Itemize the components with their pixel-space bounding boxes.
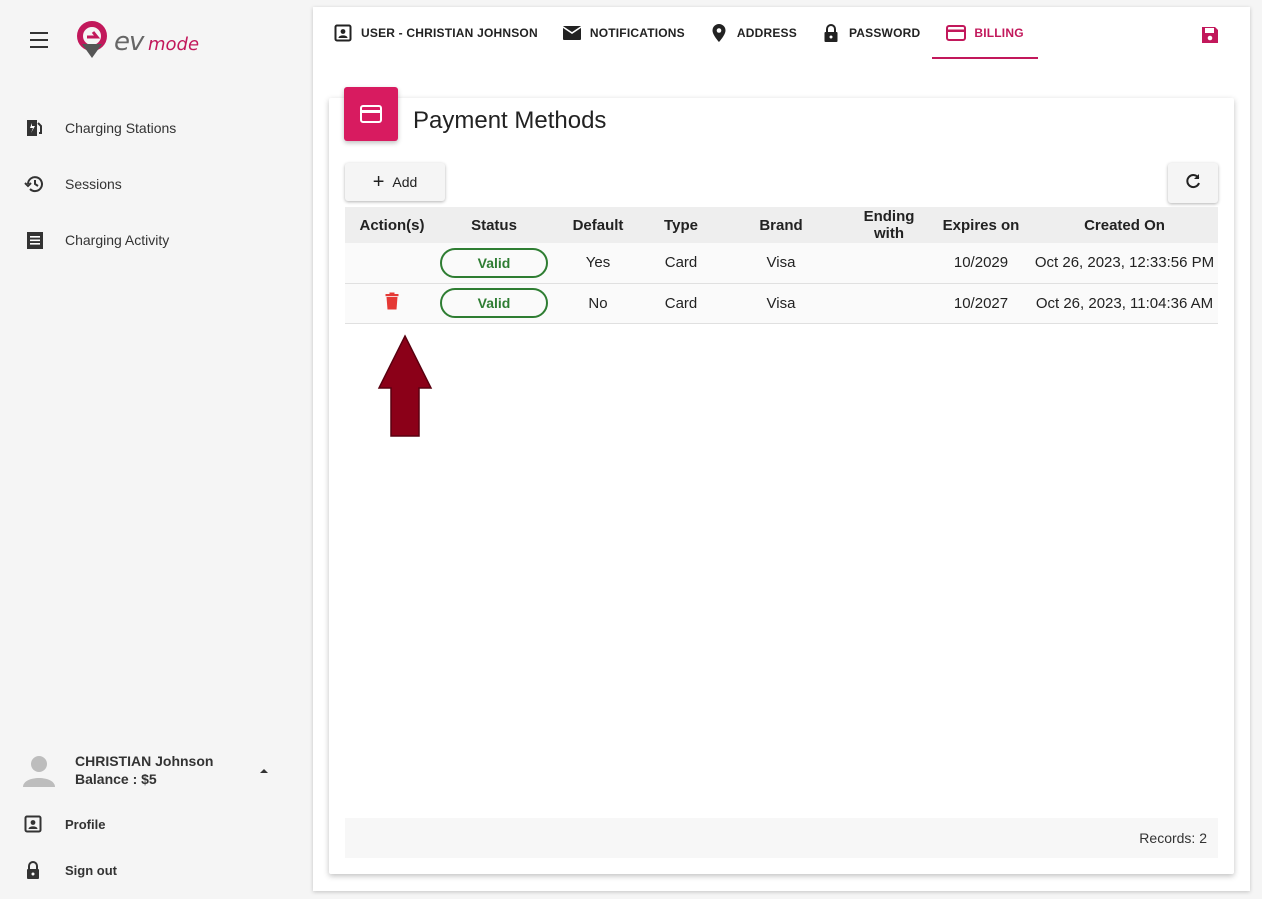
lock-icon	[821, 23, 841, 43]
delete-icon[interactable]	[385, 292, 399, 314]
plus-icon: +	[372, 171, 385, 193]
status-badge: Valid	[440, 288, 548, 318]
table-row[interactable]: Valid No Card Visa 10/2027 Oct 26, 2023,…	[345, 283, 1218, 323]
tab-label: ADDRESS	[736, 26, 797, 40]
table-row[interactable]: Valid Yes Card Visa 10/2029 Oct 26, 2023…	[345, 243, 1218, 283]
receipt-icon	[24, 229, 46, 251]
column-header[interactable]: Action(s)	[345, 207, 439, 243]
profile-label: Profile	[65, 816, 106, 832]
account-box-icon	[24, 815, 42, 833]
tab-bar: USER - CHRISTIAN JOHNSON NOTIFICATIONS A…	[321, 7, 1039, 59]
account-box-icon	[333, 23, 353, 43]
sidebar: ev mode Charging Stations Sessions Charg…	[0, 0, 300, 899]
tab-address[interactable]: ADDRESS	[697, 7, 809, 59]
column-header[interactable]: Expires on	[931, 207, 1031, 243]
tab-notifications[interactable]: NOTIFICATIONS	[550, 7, 697, 59]
signout-label: Sign out	[65, 862, 117, 878]
mail-icon	[562, 23, 582, 43]
annotation-arrow-icon	[377, 334, 433, 437]
records-count: Records: 2	[1139, 830, 1207, 846]
tab-user[interactable]: USER - CHRISTIAN JOHNSON	[321, 7, 550, 59]
ending-cell	[847, 283, 931, 323]
tab-label: NOTIFICATIONS	[589, 26, 685, 40]
tab-label: PASSWORD	[848, 26, 921, 40]
column-header[interactable]: Created On	[1031, 207, 1218, 243]
menu-icon[interactable]	[28, 32, 50, 50]
column-header[interactable]: Ending with	[847, 207, 931, 243]
action-cell	[345, 243, 439, 283]
main-panel: USER - CHRISTIAN JOHNSON NOTIFICATIONS A…	[313, 7, 1250, 891]
tab-password[interactable]: PASSWORD	[809, 7, 932, 59]
logo: ev mode	[76, 20, 236, 60]
page-title: Payment Methods	[413, 107, 607, 134]
sidebar-item-charging-stations[interactable]: Charging Stations	[0, 100, 300, 156]
sidebar-item-sessions[interactable]: Sessions	[0, 156, 300, 212]
table-header-row: Action(s) Status Default Type Brand Endi…	[345, 207, 1218, 243]
refresh-button[interactable]	[1168, 163, 1218, 203]
default-cell: No	[588, 294, 608, 312]
add-button-label: Add	[392, 174, 418, 190]
action-cell	[345, 283, 439, 323]
user-balance: Balance : $5	[75, 771, 157, 787]
sidebar-item-label: Charging Stations	[65, 120, 177, 136]
type-cell: Card	[664, 294, 698, 312]
svg-text:ev: ev	[114, 27, 145, 57]
created-cell: Oct 26, 2023, 11:04:36 AM	[1035, 294, 1214, 312]
column-header[interactable]: Status	[439, 207, 549, 243]
refresh-icon	[1184, 172, 1202, 195]
column-header[interactable]: Type	[647, 207, 715, 243]
sidebar-nav: Charging Stations Sessions Charging Acti…	[0, 100, 300, 268]
save-icon[interactable]	[1200, 25, 1220, 45]
payment-methods-card: Payment Methods + Add Action(s) Status D…	[329, 87, 1234, 874]
tab-label: USER - CHRISTIAN JOHNSON	[361, 26, 538, 40]
ending-cell	[847, 243, 931, 283]
credit-card-icon	[946, 23, 967, 43]
tab-billing[interactable]: BILLING	[932, 7, 1039, 59]
expires-cell: 10/2029	[953, 254, 1009, 272]
status-badge: Valid	[440, 247, 548, 278]
history-icon	[24, 173, 46, 195]
signout-link[interactable]: Sign out	[24, 859, 117, 881]
brand-cell: Visa	[766, 294, 796, 312]
expires-cell: 10/2027	[953, 294, 1009, 312]
column-header[interactable]: Brand	[715, 207, 847, 243]
table-footer: Records: 2	[345, 818, 1218, 858]
user-menu[interactable]: CHRISTIAN Johnson Balance : $5	[22, 745, 282, 795]
ev-station-icon	[24, 117, 46, 139]
profile-link[interactable]: Profile	[24, 813, 105, 835]
user-name: CHRISTIAN Johnson	[75, 753, 214, 769]
svg-text:mode: mode	[148, 34, 199, 55]
brand-cell: Visa	[766, 254, 796, 272]
sidebar-item-label: Sessions	[65, 176, 122, 192]
status-cell: Valid	[439, 283, 549, 323]
lock-icon	[24, 861, 42, 879]
credit-card-icon	[344, 87, 398, 141]
location-pin-icon	[709, 23, 729, 43]
tab-label: BILLING	[974, 26, 1024, 40]
default-cell: Yes	[585, 254, 611, 272]
avatar	[22, 753, 56, 787]
created-cell: Oct 26, 2023, 12:33:56 PM	[1034, 254, 1215, 272]
column-header[interactable]: Default	[549, 207, 647, 243]
caret-up-icon[interactable]	[260, 769, 268, 773]
add-button[interactable]: + Add	[345, 163, 445, 201]
sidebar-item-charging-activity[interactable]: Charging Activity	[0, 212, 300, 268]
payment-methods-table: Action(s) Status Default Type Brand Endi…	[345, 207, 1218, 324]
status-cell: Valid	[439, 243, 549, 283]
sidebar-item-label: Charging Activity	[65, 232, 170, 248]
type-cell: Card	[664, 254, 698, 272]
